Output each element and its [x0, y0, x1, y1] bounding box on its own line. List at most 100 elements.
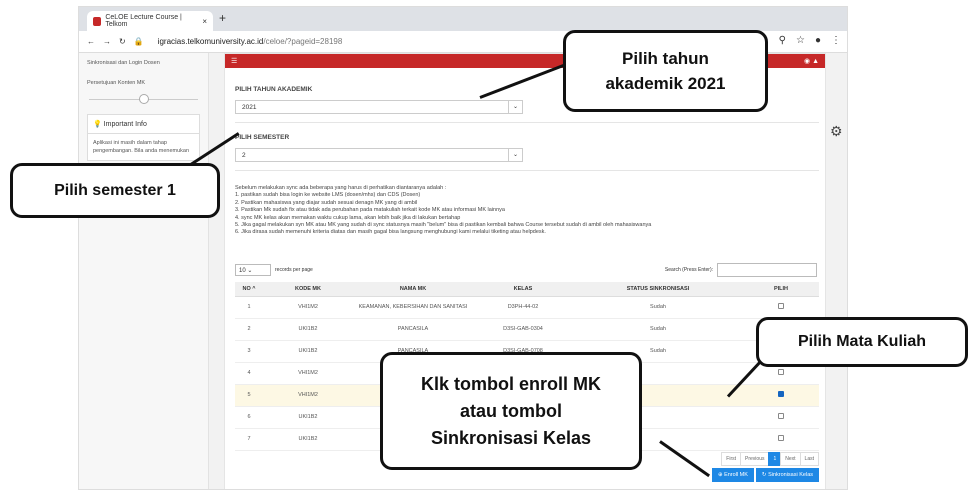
academic-year-label: PILIH TAHUN AKADEMIK — [235, 86, 313, 93]
col-kelas[interactable]: KELAS — [473, 282, 573, 297]
forward-icon[interactable]: → — [103, 37, 111, 46]
lock-icon: 🔒 — [133, 37, 144, 46]
sync-class-button[interactable]: ↻ Sinkronisasi Kelas — [755, 468, 819, 482]
cell-nama: KEAMANAN, KEBERSIHAN DAN SANITASI — [353, 296, 473, 319]
cell-no: 4 — [235, 362, 263, 385]
chevron-down-icon: ⌄ — [508, 101, 522, 113]
col-no[interactable]: NO ^ — [235, 282, 263, 297]
cell-no: 6 — [235, 406, 263, 429]
select-checkbox[interactable] — [778, 391, 784, 397]
list-icon: ☰ — [231, 58, 238, 65]
note-line: 6. Jika dirasa sudah memenuhi kriteria d… — [235, 229, 546, 236]
records-label: records per page — [275, 267, 313, 273]
select-checkbox[interactable] — [778, 413, 784, 419]
callout-enroll-line2: atau tombol — [460, 400, 562, 421]
cell-no: 7 — [235, 428, 263, 451]
cell-pilih — [743, 296, 819, 319]
action-buttons: ⊕ Enroll MK ↻ Sinkronisasi Kelas — [711, 468, 819, 482]
collapse-handle[interactable] — [139, 94, 149, 104]
divider — [235, 122, 819, 123]
callout-year-line1: Pilih tahun — [622, 48, 709, 68]
page-last[interactable]: Last — [799, 452, 819, 466]
favicon-icon — [93, 16, 102, 26]
callout-enroll: Klk tombol enroll MK atau tombol Sinkron… — [380, 352, 642, 470]
sidebar-divider — [89, 94, 198, 104]
select-checkbox[interactable] — [778, 369, 784, 375]
search-label: Search (Press Enter): — [664, 267, 713, 273]
academic-year-select[interactable]: 2021 ⌄ — [235, 100, 523, 114]
note-line: Sebelum melakukan sync ada beberapa yang… — [235, 185, 447, 191]
cell-no: 5 — [235, 384, 263, 407]
callout-enroll-line1: Klk tombol enroll MK — [421, 373, 601, 394]
semester-label: PILIH SEMESTER — [235, 134, 290, 141]
col-pilih[interactable]: PILIH — [743, 282, 819, 297]
records-per-page: 10 ⌄ records per page — [235, 264, 313, 276]
note-line: 4. sync MK kelas akan memakan waktu cuku… — [235, 214, 461, 221]
gear-icon[interactable]: ⚙ — [830, 123, 843, 140]
url-text[interactable]: igracias.telkomuniversity.ac.id/celoe/?p… — [158, 37, 343, 46]
semester-select[interactable]: 2 ⌄ — [235, 148, 523, 162]
callout-year: Pilih tahun akademik 2021 — [563, 30, 768, 112]
reload-icon[interactable]: ↻ — [119, 37, 126, 46]
divider — [235, 170, 819, 171]
sidebar-item-persetujuan[interactable]: Persetujuan Konten MK — [79, 73, 208, 93]
new-tab-icon[interactable]: + — [219, 11, 226, 25]
note-line: 1. pastikan sudah bisa login ke website … — [235, 192, 421, 199]
page-first[interactable]: First — [721, 452, 742, 466]
info-title: Important Info — [103, 121, 147, 128]
col-nama[interactable]: NAMA MK — [353, 282, 473, 297]
cell-kode: VHI1M2 — [263, 362, 353, 385]
cell-pilih — [743, 428, 819, 451]
cell-pilih — [743, 406, 819, 429]
info-text: Aplikasi ini masih dalam tahap pengemban… — [93, 140, 190, 154]
sync-notes: Sebelum melakukan sync ada beberapa yang… — [235, 185, 651, 237]
cell-no: 1 — [235, 296, 263, 319]
bookmark-star-icon[interactable]: ☆ — [796, 35, 805, 46]
tab-title: CeLOE Lecture Course | Telkom — [105, 14, 182, 28]
page-previous[interactable]: Previous — [740, 452, 770, 466]
select-checkbox[interactable] — [778, 435, 784, 441]
cell-no: 2 — [235, 318, 263, 341]
bulb-icon: 💡 — [93, 121, 102, 128]
callout-year-line2: akademik 2021 — [605, 74, 726, 93]
col-status[interactable]: STATUS SINKRONISASI — [573, 282, 743, 297]
cell-kode: VHI1M2 — [263, 296, 353, 319]
callout-semester: Pilih semester 1 — [10, 163, 220, 218]
note-line: 5. Jika gagal melakukan syn MK atau MK y… — [235, 222, 652, 229]
sidebar: Sinkronisasi dan Login Dosen Persetujuan… — [79, 53, 209, 489]
cell-kode: UKI1B2 — [263, 406, 353, 429]
table-row: 2 UKI1B2 PANCASILA D3SI-GAB-0304 Sudah — [235, 318, 819, 341]
sidebar-item-sinkronisasi[interactable]: Sinkronisasi dan Login Dosen — [79, 53, 208, 73]
cell-nama: PANCASILA — [353, 318, 473, 341]
panel-controls[interactable]: ◉ ▲ — [804, 57, 819, 65]
note-line: 2. Pastikan mahasiswa yang diajar sudah … — [235, 199, 418, 206]
profile-icon[interactable]: ● — [815, 35, 821, 46]
records-select[interactable]: 10 ⌄ — [235, 264, 271, 276]
enroll-mk-button[interactable]: ⊕ Enroll MK — [711, 468, 754, 482]
cell-kode: UKI1B2 — [263, 340, 353, 363]
pagination: First Previous 1 Next Last — [721, 452, 819, 466]
select-checkbox[interactable] — [778, 303, 784, 309]
tab-bar: CeLOE Lecture Course | Telkom × + — [79, 7, 847, 31]
cell-kode: UKI1B2 — [263, 428, 353, 451]
cell-no: 3 — [235, 340, 263, 363]
menu-icon[interactable]: ⋮ — [831, 35, 841, 46]
col-kode[interactable]: KODE MK — [263, 282, 353, 297]
browser-tab[interactable]: CeLOE Lecture Course | Telkom × — [87, 11, 213, 31]
search-input[interactable] — [717, 263, 817, 277]
note-line: 3. Pastikan Mk sudah fix atau tidak ada … — [235, 207, 505, 214]
table-row: 1 VHI1M2 KEAMANAN, KEBERSIHAN DAN SANITASI… — [235, 296, 819, 319]
callout-course: Pilih Mata Kuliah — [756, 317, 968, 367]
cell-kelas: D3SI-GAB-0304 — [473, 318, 573, 341]
page-next[interactable]: Next — [780, 452, 801, 466]
table-search: Search (Press Enter): — [665, 263, 817, 277]
cell-status: Sudah — [573, 296, 743, 319]
chevron-down-icon: ⌄ — [508, 149, 522, 161]
close-tab-icon[interactable]: × — [202, 17, 207, 26]
cell-kode: VHI1M2 — [263, 384, 353, 407]
cell-kode: UKI1B2 — [263, 318, 353, 341]
back-icon[interactable]: ← — [87, 37, 95, 46]
zoom-icon[interactable]: ⚲ — [779, 35, 786, 46]
cell-pilih — [743, 384, 819, 407]
callout-enroll-line3: Sinkronisasi Kelas — [430, 427, 592, 448]
